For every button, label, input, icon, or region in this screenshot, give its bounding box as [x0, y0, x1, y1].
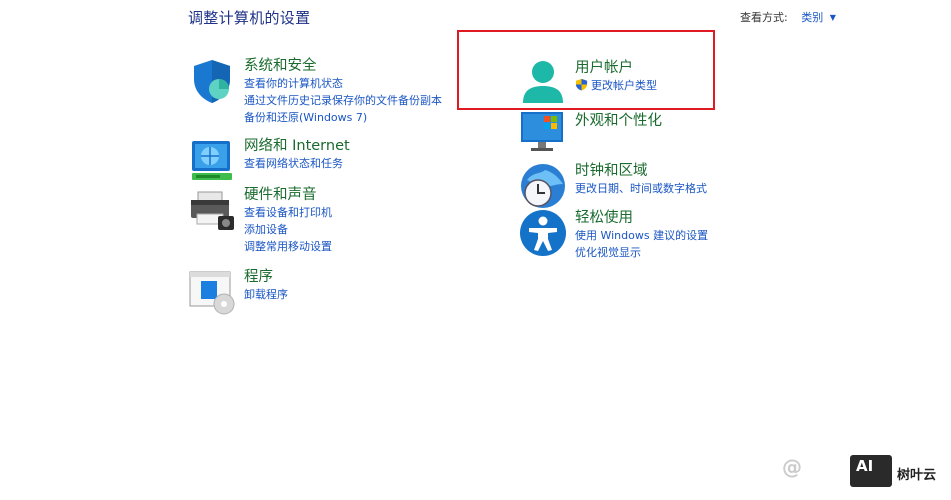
hardware-sound-heading[interactable]: 硬件和声音 [244, 186, 332, 204]
view-devices-printers-link[interactable]: 查看设备和打印机 [244, 204, 332, 221]
appearance-heading[interactable]: 外观和个性化 [575, 112, 662, 130]
network-globe-icon [192, 141, 232, 180]
user-accounts-heading[interactable]: 用户帐户 [575, 59, 657, 77]
shield-icon [194, 60, 230, 103]
ease-of-access-heading[interactable]: 轻松使用 [575, 209, 708, 227]
view-by-label: 查看方式: [740, 11, 788, 24]
optimize-visual-display-link[interactable]: 优化视觉显示 [575, 244, 708, 261]
accessibility-icon [520, 210, 566, 256]
file-history-link[interactable]: 通过文件历史记录保存你的文件备份副本 [244, 92, 442, 109]
change-account-type-label: 更改帐户类型 [591, 79, 657, 92]
backup-restore-link[interactable]: 备份和还原(Windows 7) [244, 109, 442, 126]
system-security-heading[interactable]: 系统和安全 [244, 57, 442, 75]
watermark-site: 树叶云 [897, 468, 937, 483]
clock-region-heading[interactable]: 时钟和区域 [575, 162, 707, 180]
page-title: 调整计算机的设置 [188, 9, 311, 27]
change-account-type-link[interactable]: 更改帐户类型 [575, 77, 657, 94]
view-network-status-link[interactable]: 查看网络状态和任务 [244, 155, 350, 172]
printer-icon [191, 191, 234, 230]
clock-globe-icon [521, 164, 565, 208]
watermark-handle: @ [782, 455, 802, 479]
view-by: 查看方式: 类别 ▼ [740, 9, 836, 25]
chevron-down-icon[interactable]: ▼ [830, 13, 836, 22]
monitor-icon [521, 112, 563, 151]
change-date-time-format-link[interactable]: 更改日期、时间或数字格式 [575, 180, 707, 197]
recommended-settings-link[interactable]: 使用 Windows 建议的设置 [575, 227, 708, 244]
uac-shield-icon [575, 78, 588, 91]
user-icon [523, 61, 563, 103]
watermark-badge: AI [856, 457, 874, 475]
view-by-dropdown[interactable]: 类别 [801, 11, 823, 24]
programs-icon [189, 271, 235, 315]
network-internet-heading[interactable]: 网络和 Internet [244, 137, 350, 155]
programs-heading[interactable]: 程序 [244, 268, 288, 286]
mobility-settings-link[interactable]: 调整常用移动设置 [244, 238, 332, 255]
add-device-link[interactable]: 添加设备 [244, 221, 332, 238]
uninstall-program-link[interactable]: 卸载程序 [244, 286, 288, 303]
view-computer-status-link[interactable]: 查看你的计算机状态 [244, 75, 442, 92]
